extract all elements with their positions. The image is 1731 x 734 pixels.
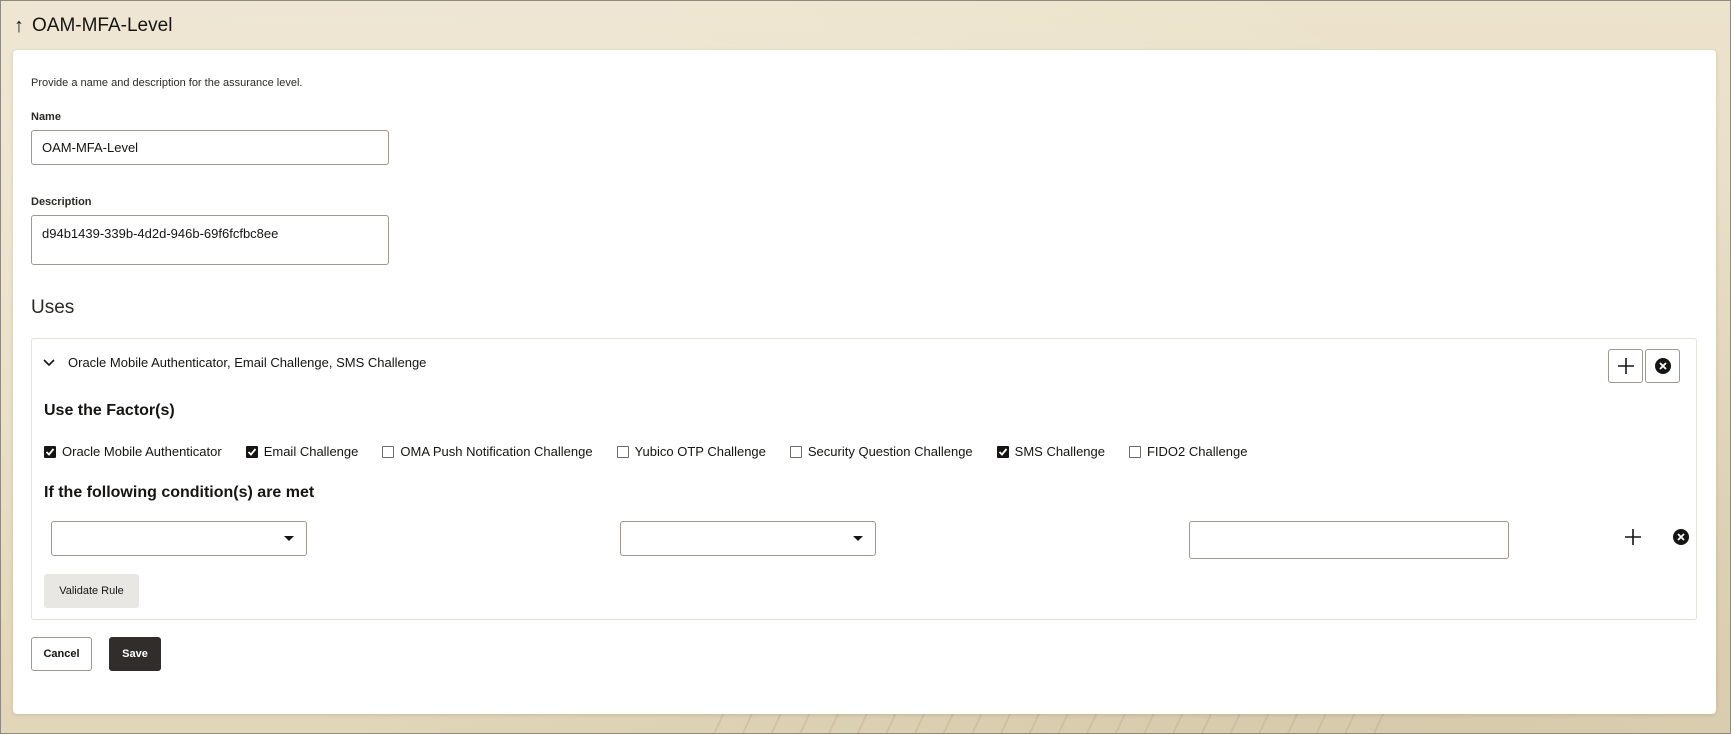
factor-label: Security Question Challenge (807, 444, 973, 459)
factor-label: Oracle Mobile Authenticator (62, 444, 222, 459)
checkbox[interactable] (382, 445, 395, 458)
factor-label: SMS Challenge (1014, 444, 1105, 459)
intro-text: Provide a name and description for the a… (31, 77, 303, 89)
rule-summary-row[interactable]: Oracle Mobile Authenticator, Email Chall… (42, 355, 426, 370)
uses-heading: Uses (31, 297, 75, 318)
description-label: Description (31, 196, 92, 208)
description-textarea[interactable]: d94b1439-339b-4d2d-946b-69f6fcfbc8ee (31, 215, 389, 265)
factor-label: Email Challenge (263, 444, 359, 459)
conditions-heading: If the following condition(s) are met (44, 484, 315, 501)
factor-oracle-mobile-authenticator[interactable]: Oracle Mobile Authenticator (44, 444, 222, 459)
checkbox[interactable] (44, 445, 56, 458)
assurance-level-panel: Provide a name and description for the a… (13, 50, 1716, 714)
name-input[interactable]: OAM-MFA-Level (31, 130, 389, 165)
plus-icon (1617, 358, 1634, 374)
factors-heading: Use the Factor(s) (44, 402, 175, 419)
factor-email-challenge[interactable]: Email Challenge (245, 444, 359, 459)
name-label: Name (31, 111, 61, 123)
arrow-up-icon[interactable]: ↑ (14, 16, 24, 36)
factors-list: Oracle Mobile Authenticator Email Challe… (44, 444, 1271, 459)
close-circle-icon (1673, 529, 1689, 545)
condition-operator-select[interactable] (620, 521, 876, 556)
close-circle-icon (1654, 358, 1671, 374)
factor-oma-push-notification-challenge[interactable]: OMA Push Notification Challenge (382, 444, 593, 459)
checkbox[interactable] (245, 445, 258, 458)
factor-sms-challenge[interactable]: SMS Challenge (996, 444, 1105, 459)
factor-security-question-challenge[interactable]: Security Question Challenge (789, 444, 973, 459)
caret-down-icon (284, 536, 294, 541)
save-button[interactable]: Save (109, 637, 161, 671)
checkbox[interactable] (1128, 445, 1141, 458)
plus-icon (1625, 529, 1641, 545)
remove-condition-button[interactable] (1669, 525, 1693, 549)
factor-label: Yubico OTP Challenge (634, 444, 766, 459)
condition-attribute-select[interactable] (51, 521, 307, 556)
add-rule-button[interactable] (1608, 349, 1643, 383)
page-header: ↑ OAM-MFA-Level (14, 12, 172, 40)
cancel-button[interactable]: Cancel (31, 637, 92, 671)
page-title: OAM-MFA-Level (32, 15, 173, 36)
factor-fido2-challenge[interactable]: FIDO2 Challenge (1128, 444, 1248, 459)
checkbox[interactable] (616, 445, 629, 458)
factor-label: FIDO2 Challenge (1146, 444, 1248, 459)
checkbox[interactable] (996, 445, 1009, 458)
add-condition-button[interactable] (1621, 525, 1645, 549)
rule-summary-label: Oracle Mobile Authenticator, Email Chall… (68, 355, 427, 370)
caret-down-icon (853, 536, 863, 541)
validate-rule-button[interactable]: Validate Rule (44, 574, 139, 608)
chevron-down-icon[interactable] (42, 355, 56, 370)
rule-card: Oracle Mobile Authenticator, Email Chall… (31, 338, 1697, 620)
factor-label: OMA Push Notification Challenge (400, 444, 593, 459)
factor-yubico-otp-challenge[interactable]: Yubico OTP Challenge (616, 444, 766, 459)
condition-value-input[interactable] (1189, 521, 1509, 559)
checkbox[interactable] (789, 445, 802, 458)
remove-rule-button[interactable] (1645, 349, 1680, 383)
